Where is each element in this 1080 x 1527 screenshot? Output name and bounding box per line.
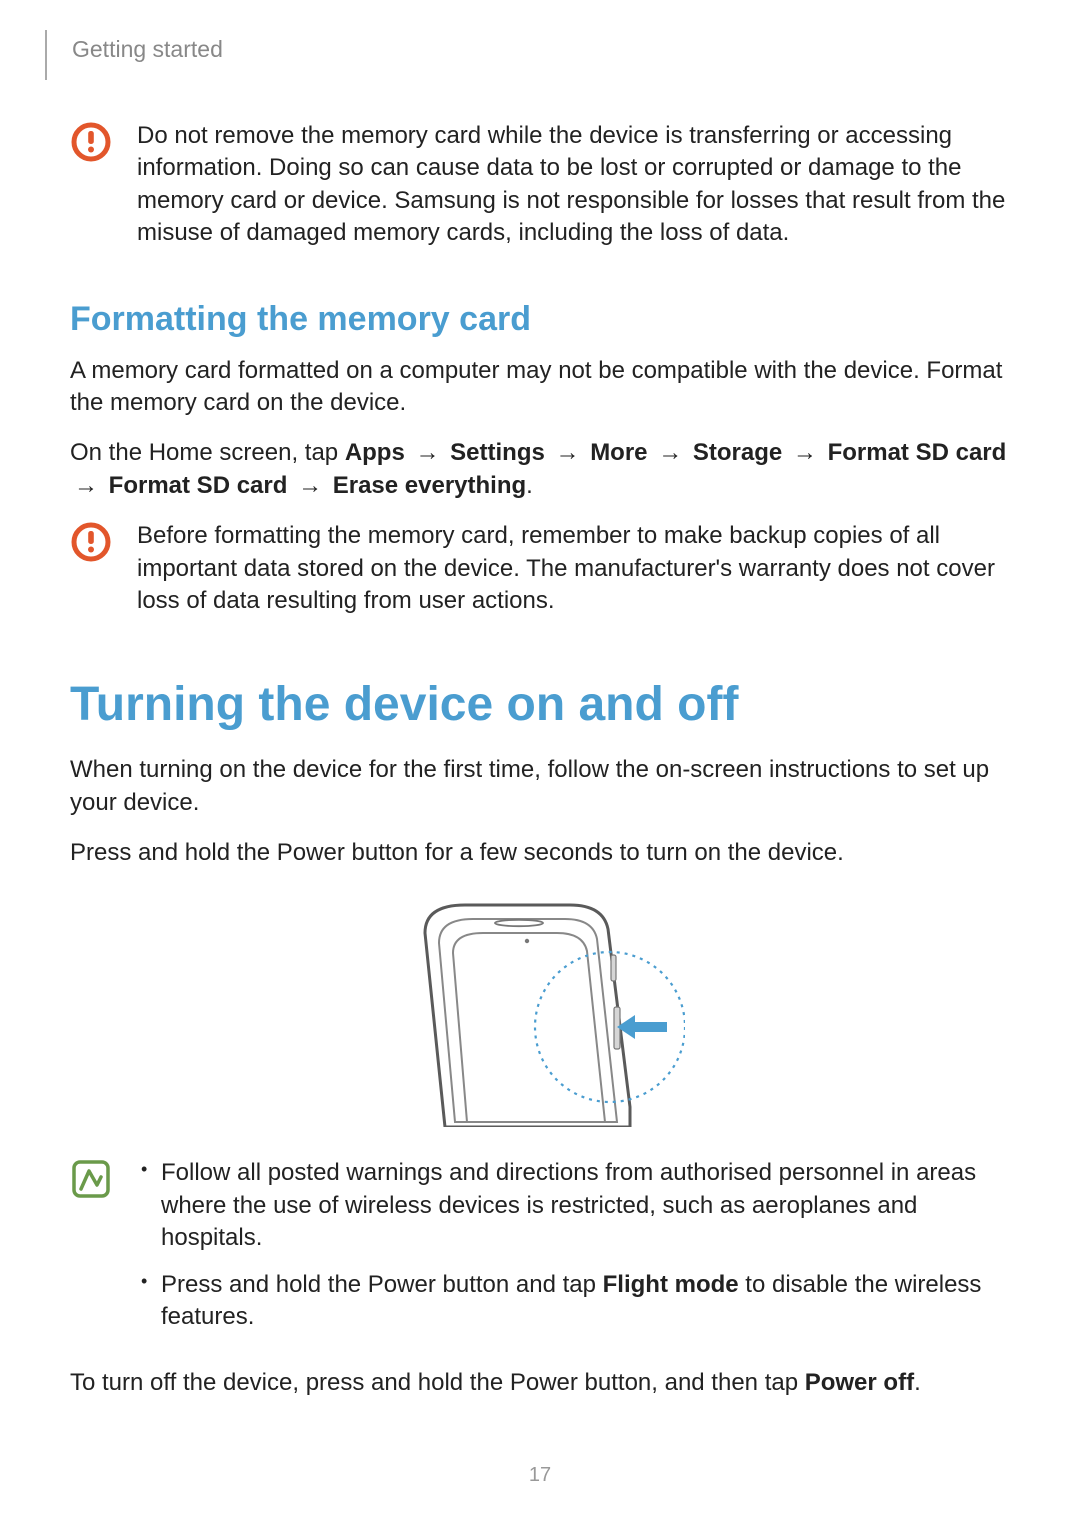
note-bullet-1: Follow all posted warnings and direction… [137,1157,1010,1254]
arrow-icon: → [789,439,821,466]
note-bullet-2-bold: Flight mode [603,1271,739,1298]
page-header: Getting started [45,30,1010,80]
page-number: 17 [0,1464,1080,1487]
turning-paragraph-2: Press and hold the Power button for a fe… [70,837,1010,869]
heading-turning-device: Turning the device on and off [70,677,1010,732]
arrow-icon: → [552,439,584,466]
arrow-icon: → [70,472,102,499]
arrow-icon: → [411,439,443,466]
step-storage: Storage [693,439,782,466]
turnoff-bold: Power off [805,1369,914,1396]
turn-off-paragraph: To turn off the device, press and hold t… [70,1367,1010,1399]
caution-icon [70,120,112,162]
formatting-paragraph-2: On the Home screen, tap Apps → Settings … [70,437,1010,502]
turning-paragraph-1: When turning on the device for the first… [70,754,1010,819]
formatting-p2-prefix: On the Home screen, tap [70,439,345,466]
note-block: Follow all posted warnings and direction… [70,1157,1010,1347]
turnoff-suffix: . [914,1369,921,1396]
note-bullet-2: Press and hold the Power button and tap … [137,1269,1010,1334]
heading-formatting: Formatting the memory card [70,300,1010,339]
step-format-sd-2: Format SD card [109,472,288,499]
step-format-sd-1: Format SD card [828,439,1007,466]
step-apps: Apps [345,439,405,466]
caution-text: Do not remove the memory card while the … [137,120,1010,250]
caution-block-backup: Before formatting the memory card, remem… [70,520,1010,617]
formatting-paragraph-1: A memory card formatted on a computer ma… [70,355,1010,420]
arrow-icon: → [654,439,686,466]
header-section-label: Getting started [72,36,223,63]
device-power-button-illustration [70,897,1010,1127]
caution-text: Before formatting the memory card, remem… [137,520,1010,617]
step-more: More [590,439,647,466]
turnoff-prefix: To turn off the device, press and hold t… [70,1369,805,1396]
caution-block-memory-card-remove: Do not remove the memory card while the … [70,120,1010,250]
step-erase: Erase everything [333,472,526,499]
step-settings: Settings [450,439,545,466]
arrow-icon: → [294,472,326,499]
note-icon [70,1157,112,1199]
note-bullet-2-prefix: Press and hold the Power button and tap [161,1271,603,1298]
caution-icon [70,520,112,562]
